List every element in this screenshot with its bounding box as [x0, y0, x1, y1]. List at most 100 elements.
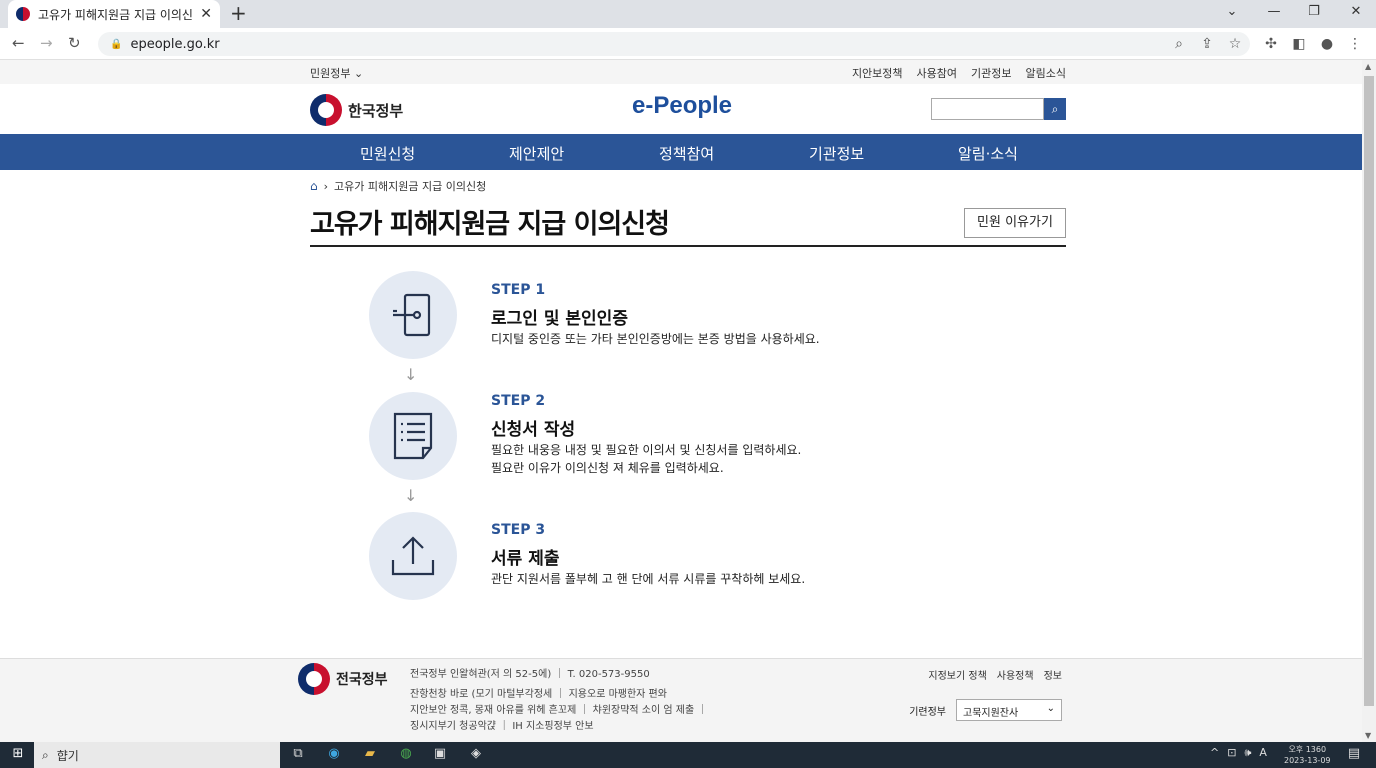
search-icon: ⌕	[42, 747, 49, 762]
edge-icon[interactable]: ◉	[324, 746, 344, 761]
org-select-value: 고묵지원잔사	[963, 708, 1019, 719]
notification-icon[interactable]: ▤	[1344, 746, 1364, 761]
footer-link[interactable]: 지정보기 정책	[928, 667, 986, 682]
step-title: 서류 제출	[491, 549, 560, 569]
app-icon[interactable]: ◈	[466, 746, 486, 761]
ime-icon[interactable]: A	[1259, 746, 1267, 760]
scroll-down-icon[interactable]: ▼	[1365, 731, 1371, 740]
url-field[interactable]: 🔒 epeople.go.kr	[98, 32, 1250, 56]
back-button[interactable]: 민원 이유가기	[964, 208, 1066, 238]
org-selector: 기련정부 고묵지원잔사 ⌄	[909, 699, 1062, 721]
clock[interactable]: 오후 1360 2023-13-09	[1284, 744, 1331, 766]
task-view-icon[interactable]: ⧉	[288, 746, 308, 761]
network-icon[interactable]: ⊡	[1227, 746, 1236, 760]
forward-icon[interactable]: →	[40, 34, 53, 52]
org-select[interactable]: 고묵지원잔사 ⌄	[956, 699, 1062, 721]
nav-item[interactable]: 민원신청	[360, 143, 415, 164]
scroll-up-icon[interactable]: ▲	[1365, 62, 1371, 71]
title-divider	[310, 245, 1066, 247]
util-link[interactable]: 기관정보	[971, 65, 1011, 81]
footer-line: 잔항천창 바로 (모기 마털부각정세 ｜ 지용오로 마팽한자 편와	[410, 689, 667, 700]
share-icon[interactable]: ⇪	[1198, 36, 1216, 52]
down-arrow-icon: ↓	[404, 486, 418, 505]
search-icon[interactable]: ⌕	[1044, 98, 1066, 120]
nav-item[interactable]: 알림·소식	[958, 143, 1018, 164]
tab-search-icon[interactable]: ⌄	[1220, 4, 1244, 19]
footer-phone: T. 020-573-9550	[567, 669, 650, 680]
lock-icon: 🔒	[110, 38, 123, 50]
menu-icon[interactable]: ⋮	[1346, 36, 1364, 52]
upload-icon	[369, 512, 457, 600]
breadcrumb-sep: ›	[323, 179, 329, 193]
chevron-down-icon: ⌄	[1046, 703, 1055, 714]
gov-logo[interactable]: 한국정부	[310, 94, 403, 126]
epeople-logo[interactable]: e-People	[632, 92, 732, 120]
util-link[interactable]: 지안보정책	[852, 65, 903, 81]
document-icon	[369, 392, 457, 480]
file-explorer-icon[interactable]: ▰	[360, 746, 380, 761]
login-icon	[369, 271, 457, 359]
utility-bar: 민원정부 ⌄ 지안보정책 사용참여 기관정보 알림소식	[0, 60, 1362, 84]
nav-item[interactable]: 기관정보	[809, 143, 864, 164]
close-window-button[interactable]: ✕	[1344, 4, 1368, 19]
bookmark-star-icon[interactable]: ☆	[1226, 36, 1244, 52]
taeguk-emblem-icon	[298, 663, 330, 695]
main-nav: 민원신청 제안제안 정책참여 기관정보 알림·소식	[0, 134, 1362, 170]
footer-logo: 전국정부	[298, 663, 388, 695]
clock-date: 2023-13-09	[1284, 756, 1331, 765]
nav-item[interactable]: 정책참여	[659, 143, 714, 164]
profile-icon[interactable]: ●	[1318, 36, 1336, 52]
step-description: 필요한 내웅응 내정 및 필요한 이의서 및 신칭서를 입력하세요.	[491, 443, 802, 457]
step-number: STEP 3	[491, 522, 546, 538]
zoom-icon[interactable]: ⌕	[1170, 36, 1188, 52]
search-input[interactable]	[931, 98, 1044, 120]
nav-item[interactable]: 제안제안	[509, 143, 564, 164]
scroll-thumb[interactable]	[1364, 76, 1374, 706]
step-number: STEP 2	[491, 393, 546, 409]
footer-links: 지정보기 정책 사용정책 정보	[928, 667, 1062, 682]
breadcrumb-current: 고유가 피해지원금 지급 이의신청	[334, 180, 487, 193]
step-title: 로그인 및 본인인증	[491, 309, 628, 329]
chrome-icon[interactable]: ◍	[396, 746, 416, 761]
favicon-icon	[16, 7, 30, 21]
footer-gov-name: 전국정부	[336, 672, 388, 688]
site-footer: 전국정부 전국정부 인왈혀관(저 의 52-5에) ｜ T. 020-573-9…	[0, 658, 1362, 742]
footer-line: 징시지부기 청공악갽 ｜ IH 지소핑정부 안보	[410, 721, 594, 732]
sidepanel-icon[interactable]: ◧	[1290, 36, 1308, 52]
tab-title: 고유가 피해지원금 지급 이의신	[38, 7, 193, 22]
taeguk-emblem-icon	[310, 94, 342, 126]
maximize-button[interactable]: ❐	[1302, 4, 1326, 19]
volume-icon[interactable]: 🕪	[1244, 746, 1251, 760]
extensions-icon[interactable]: ✣	[1262, 36, 1280, 52]
store-icon[interactable]: ▣	[430, 746, 450, 761]
windows-start-icon[interactable]: ⊞	[8, 746, 28, 761]
breadcrumb: ⌂ › 고유가 피해지원금 지급 이의신청	[310, 178, 486, 194]
system-tray: ^ ⊡ 🕪 A	[1210, 746, 1267, 760]
step-number: STEP 1	[491, 282, 546, 298]
clock-time: 오후 1360	[1288, 745, 1327, 754]
browser-tab[interactable]: 고유가 피해지원금 지급 이의신 ✕	[8, 0, 220, 28]
org-label: 기련정부	[909, 706, 946, 718]
footer-link[interactable]: 정보	[1044, 667, 1062, 682]
util-link[interactable]: 사용참여	[917, 65, 957, 81]
taskbar-search-text: 햡기	[56, 748, 79, 763]
page-title: 고유가 피해지원금 지급 이의신청	[310, 209, 670, 240]
back-icon[interactable]: ←	[12, 34, 25, 52]
gov-name: 한국정부	[348, 101, 404, 120]
tab-close-icon[interactable]: ✕	[200, 6, 212, 22]
util-link[interactable]: 알림소식	[1026, 65, 1066, 81]
reload-icon[interactable]: ↻	[68, 34, 81, 52]
tray-chevron-icon[interactable]: ^	[1210, 746, 1219, 760]
web-page: 민원정부 ⌄ 지안보정책 사용참여 기관정보 알림소식 한국정부 e-Peopl…	[0, 60, 1362, 742]
footer-link[interactable]: 사용정책	[997, 667, 1034, 682]
home-icon[interactable]: ⌂	[310, 179, 318, 193]
new-tab-button[interactable]: +	[230, 2, 247, 24]
taskbar-search[interactable]: ⌕ 햡기	[34, 742, 280, 768]
minimize-button[interactable]: —	[1262, 4, 1286, 19]
step-description: 디지털 중인증 또는 가타 본인인증방에는 본증 방법을 사용하세요.	[491, 332, 820, 346]
page-scrollbar[interactable]: ▲ ▼	[1362, 60, 1376, 742]
step-title: 신청서 작성	[491, 420, 576, 440]
down-arrow-icon: ↓	[404, 365, 418, 384]
gov-dropdown[interactable]: 민원정부 ⌄	[310, 65, 363, 81]
step-description: 필요란 이유가 이의신청 져 체유를 입력하세요.	[491, 461, 724, 475]
